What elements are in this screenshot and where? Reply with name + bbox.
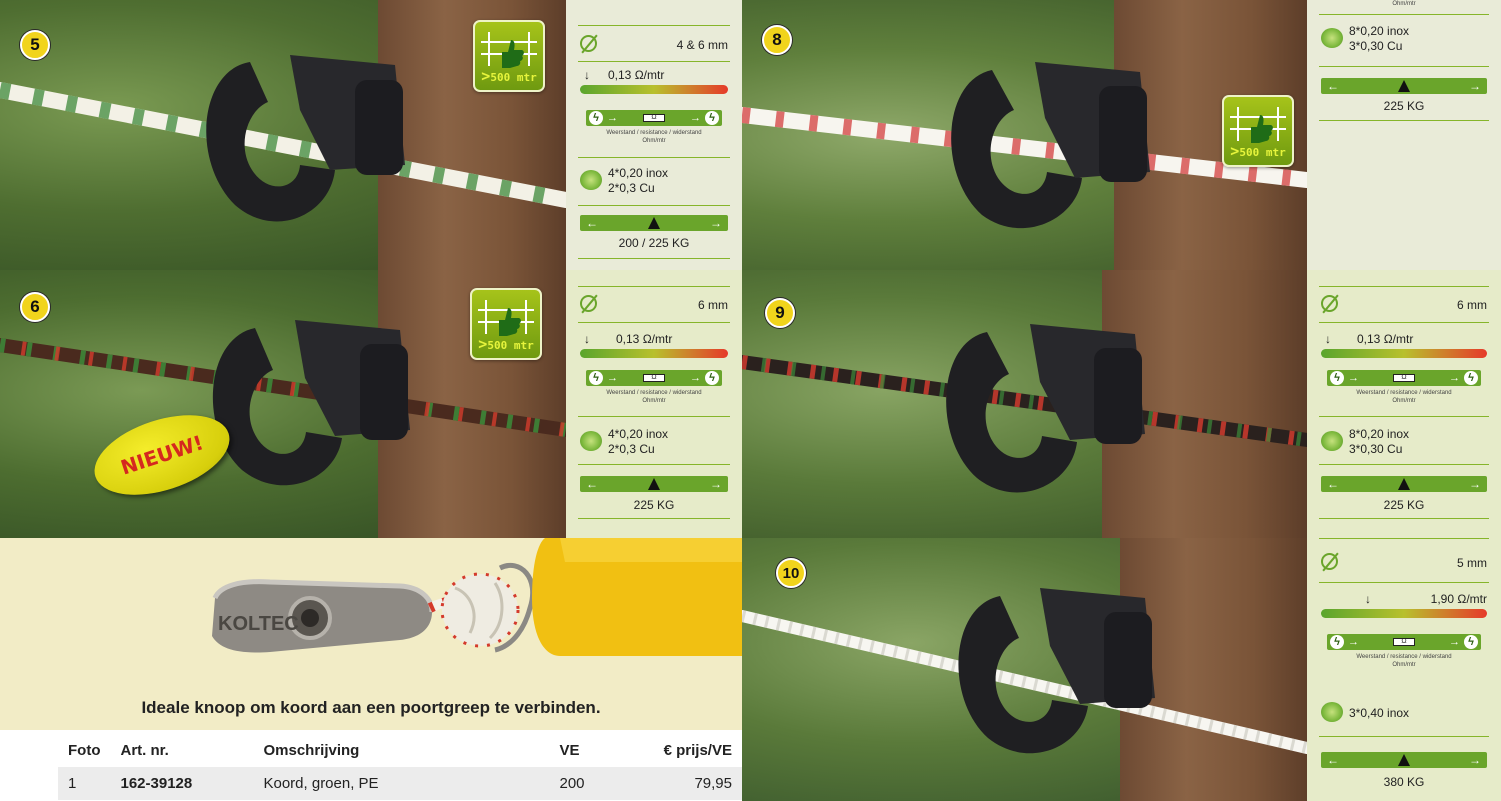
diameter-value: 4 & 6 mm xyxy=(676,38,728,52)
wire-strands-icon xyxy=(1321,431,1343,451)
column-header: Art. nr. xyxy=(120,742,169,759)
spec-panel-9: 6 mm ↓ 0,13 Ω/mtr ϟ → Ω → ϟ Weerstand / re… xyxy=(1307,270,1501,538)
resistance-value: 1,90 Ω/mtr xyxy=(1430,592,1487,606)
product-photo-6: 6 >500 mtr xyxy=(0,270,566,538)
resistance-note: Weerstand / resistance / widerstand xyxy=(1356,654,1452,660)
breaking-load-icon: ← → xyxy=(1321,78,1487,94)
wire-strands-icon xyxy=(1321,702,1343,722)
diameter-icon xyxy=(1321,553,1338,570)
strand-line-2: 2*0,3 Cu xyxy=(608,442,655,456)
table-header-row: Foto Art. nr. Omschrijving VE € prijs/VE xyxy=(58,734,742,767)
diameter-icon xyxy=(1321,295,1338,312)
strand-line-2: 3*0,30 Cu xyxy=(1349,39,1403,53)
strand-line-2: 2*0,3 Cu xyxy=(608,181,655,195)
breaking-load-value: 225 KG xyxy=(1383,99,1425,113)
wire-strands-icon xyxy=(580,431,602,451)
strand-line-2: 3*0,30 Cu xyxy=(1349,442,1403,456)
item-number-badge: 9 xyxy=(765,298,795,328)
spec-panel-8: Ohm/mtr 8*0,20 inox 3*0,30 Cu ← → 225 KG xyxy=(1307,0,1501,270)
wire-strands-icon xyxy=(580,170,602,190)
cell-photo: 1 xyxy=(58,767,111,800)
table-row: 1 162-39128 Koord, groen, PE 200 79,95 xyxy=(58,767,742,800)
product-panel-9: 9 6 mm ↓ 0,13 Ω/mtr ϟ → Ω → ϟ Weerstand / … xyxy=(742,270,1501,538)
resistance-unit: Ohm/mtr xyxy=(1392,398,1416,404)
breaking-load-icon: ← → xyxy=(1321,476,1487,492)
resistance-note: Weerstand / resistance / widerstand xyxy=(606,130,702,136)
breaking-load-value: 225 KG xyxy=(1383,498,1425,512)
500-mtr-badge: >500 mtr xyxy=(473,20,545,92)
column-header: Omschrijving xyxy=(263,742,360,759)
resistance-circuit-icon: ϟ → Ω → ϟ xyxy=(586,110,722,126)
price-table: Foto Art. nr. Omschrijving VE € prijs/VE… xyxy=(58,734,742,800)
arrow-down-icon: ↓ xyxy=(584,332,590,346)
diameter-icon xyxy=(580,295,597,312)
diameter-value: 6 mm xyxy=(698,298,728,312)
diameter-icon xyxy=(580,35,597,52)
product-photo-8: 8 >500 mtr xyxy=(742,0,1307,270)
spec-panel-6: 6 mm ↓ 0,13 Ω/mtr ϟ → Ω → ϟ Weerstand / re… xyxy=(566,270,742,538)
resistance-unit: Ohm/mtr xyxy=(1392,1,1416,7)
strand-line-1: 4*0,20 inox xyxy=(608,166,669,180)
resistance-unit: Ohm/mtr xyxy=(642,138,666,144)
diameter-value: 6 mm xyxy=(1457,298,1487,312)
strand-line-1: 4*0,20 inox xyxy=(608,427,669,441)
knot-illustration: KOLTEC Ideale knoop om koord aan een poo… xyxy=(0,538,742,730)
product-photo-5: 5 >500 mtr xyxy=(0,0,566,270)
arrow-down-icon: ↓ xyxy=(1325,332,1331,346)
breaking-load-value: 225 KG xyxy=(633,498,675,512)
wire-strands-icon xyxy=(1321,28,1343,48)
arrow-down-icon: ↓ xyxy=(584,68,590,82)
resistance-note: Weerstand / resistance / widerstand xyxy=(1356,390,1452,396)
product-panel-6: 6 >500 mtr 6 mm ↓ 0,13 Ω/mtr ϟ → Ω → ϟ W… xyxy=(0,270,742,538)
resistance-circuit-icon: ϟ → Ω → ϟ xyxy=(586,370,722,386)
resistance-unit: Ohm/mtr xyxy=(642,398,666,404)
item-number-badge: 5 xyxy=(20,30,50,60)
column-header: VE xyxy=(559,742,580,759)
resistance-value: 0,13 Ω/mtr xyxy=(608,68,665,82)
resistance-value: 0,13 Ω/mtr xyxy=(1357,332,1414,346)
product-panel-8: 8 >500 mtr Ohm/mtr 8*0,20 inox 3*0,30 Cu… xyxy=(742,0,1501,270)
product-panel-5: 5 >500 mtr 4 & 6 mm ↓ 0,13 Ω/mtr ϟ → Ω →… xyxy=(0,0,742,270)
cell-unit: 200 xyxy=(549,767,640,800)
knot-caption: Ideale knoop om koord aan een poortgreep… xyxy=(141,698,601,717)
strand-line-1: 3*0,40 inox xyxy=(1349,706,1410,720)
resistance-unit: Ohm/mtr xyxy=(1392,662,1416,668)
resistance-value: 0,13 Ω/mtr xyxy=(616,332,673,346)
spec-panel-5: 4 & 6 mm ↓ 0,13 Ω/mtr ϟ → Ω → ϟ Weerstand … xyxy=(566,0,742,270)
spec-panel-10: 5 mm ↓ 1,90 Ω/mtr ϟ → Ω → ϟ Weerstand / re… xyxy=(1307,538,1501,801)
product-photo-9: 9 xyxy=(742,270,1307,538)
resistance-circuit-icon: ϟ → Ω → ϟ xyxy=(1327,634,1481,650)
diameter-value: 5 mm xyxy=(1457,556,1487,570)
item-number-badge: 6 xyxy=(20,292,50,322)
arrow-down-icon: ↓ xyxy=(1365,592,1371,606)
column-header: € prijs/VE xyxy=(663,742,732,759)
breaking-load-value: 380 KG xyxy=(1383,775,1425,789)
product-panel-10: 10 5 mm ↓ 1,90 Ω/mtr ϟ → Ω → ϟ Weerstand /… xyxy=(742,538,1501,801)
strand-line-1: 8*0,20 inox xyxy=(1349,427,1410,441)
breaking-load-icon: ← → xyxy=(580,215,728,231)
breaking-load-icon: ← → xyxy=(1321,752,1487,768)
resistance-note: Weerstand / resistance / widerstand xyxy=(606,390,702,396)
cell-article-number: 162-39128 xyxy=(110,767,254,800)
cell-description: Koord, groen, PE xyxy=(253,767,550,800)
breaking-load-value: 200 / 225 KG xyxy=(618,236,690,250)
resistance-circuit-icon: ϟ → Ω → ϟ xyxy=(1327,370,1481,386)
product-photo-10: 10 xyxy=(742,538,1307,801)
svg-text:KOLTEC: KOLTEC xyxy=(218,613,299,635)
500-mtr-badge: >500 mtr xyxy=(470,288,542,360)
item-number-badge: 10 xyxy=(776,558,806,588)
column-header: Foto xyxy=(68,742,101,759)
cell-price: 79,95 xyxy=(639,767,742,800)
item-number-badge: 8 xyxy=(762,25,792,55)
breaking-load-icon: ← → xyxy=(580,476,728,492)
500-mtr-badge: >500 mtr xyxy=(1222,95,1294,167)
strand-line-1: 8*0,20 inox xyxy=(1349,24,1410,38)
